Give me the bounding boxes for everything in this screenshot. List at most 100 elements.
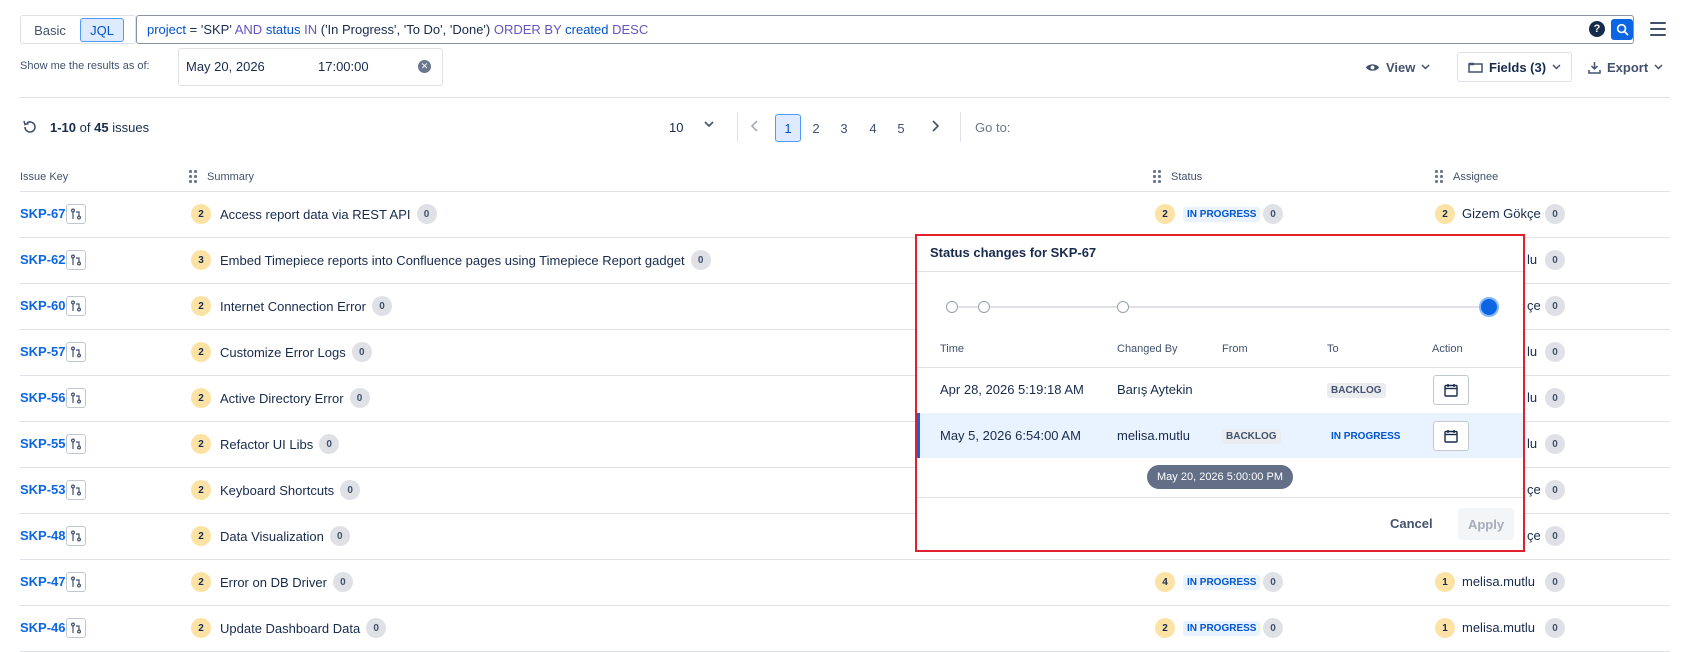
assignee-name-partial[interactable]: lu bbox=[1527, 390, 1537, 405]
branch-icon[interactable] bbox=[66, 204, 86, 224]
issue-key-link[interactable]: SKP-60 bbox=[20, 298, 66, 313]
table-row[interactable]: SKP-47 2 Error on DB Driver 0 4 IN PROGRESS 0 1… bbox=[0, 560, 1690, 606]
asof-time-value[interactable]: 17:00:00 bbox=[318, 59, 369, 74]
count-badge: 3 bbox=[191, 250, 211, 270]
fields-button[interactable]: Fields (3) bbox=[1457, 52, 1573, 82]
fields-icon bbox=[1468, 62, 1483, 73]
cancel-button[interactable]: Cancel bbox=[1390, 516, 1433, 531]
apply-button[interactable]: Apply bbox=[1458, 508, 1514, 540]
view-button[interactable]: View bbox=[1365, 52, 1430, 82]
page-button[interactable]: 1 bbox=[775, 114, 801, 142]
issue-summary-cell: Internet Connection Error 0 bbox=[220, 296, 392, 316]
popup-title: Status changes for SKP-67 bbox=[930, 245, 1097, 260]
page-button[interactable]: 5 bbox=[888, 114, 914, 142]
column-header-status[interactable]: Status bbox=[1171, 171, 1202, 183]
branch-icon[interactable] bbox=[66, 250, 86, 270]
column-header-summary[interactable]: Summary bbox=[207, 171, 254, 183]
popup-divider bbox=[917, 271, 1523, 272]
page-button[interactable]: 4 bbox=[860, 114, 886, 142]
assignee-name-partial[interactable]: lu bbox=[1527, 252, 1537, 267]
issue-key-link[interactable]: SKP-53 bbox=[20, 482, 66, 497]
timeline-point[interactable] bbox=[946, 301, 958, 313]
issue-summary[interactable]: Update Dashboard Data bbox=[220, 621, 360, 636]
assignee-name-partial[interactable]: lu bbox=[1527, 344, 1537, 359]
column-header-key[interactable]: Issue Key bbox=[20, 171, 68, 183]
download-icon bbox=[1588, 61, 1601, 74]
issue-key-link[interactable]: SKP-46 bbox=[20, 620, 66, 635]
fields-label: Fields (3) bbox=[1489, 59, 1547, 75]
branch-icon[interactable] bbox=[66, 618, 86, 638]
issue-key-link[interactable]: SKP-48 bbox=[20, 528, 66, 543]
issue-summary[interactable]: Internet Connection Error bbox=[220, 299, 366, 314]
issue-key-link[interactable]: SKP-57 bbox=[20, 344, 66, 359]
issue-summary[interactable]: Data Visualization bbox=[220, 529, 324, 544]
assignee-name[interactable]: melisa.mutlu bbox=[1462, 620, 1535, 635]
branch-icon[interactable] bbox=[66, 572, 86, 592]
issue-summary[interactable]: Keyboard Shortcuts bbox=[220, 483, 334, 498]
timeline-track[interactable] bbox=[950, 306, 1491, 308]
asof-date-value[interactable]: May 20, 2026 bbox=[186, 59, 265, 74]
help-icon[interactable]: ? bbox=[1589, 21, 1605, 37]
chevron-down-icon[interactable] bbox=[704, 120, 714, 128]
issue-key-link[interactable]: SKP-47 bbox=[20, 574, 66, 589]
zero-badge: 0 bbox=[1545, 250, 1565, 270]
issue-key-link[interactable]: SKP-56 bbox=[20, 390, 66, 405]
zero-badge: 0 bbox=[332, 572, 353, 592]
zero-badge: 0 bbox=[349, 388, 370, 408]
jql-query-input[interactable]: project = 'SKP' AND status IN ('In Progr… bbox=[136, 15, 1634, 44]
issue-summary[interactable]: Customize Error Logs bbox=[220, 345, 346, 360]
query-token: status bbox=[265, 22, 301, 37]
issue-key-link[interactable]: SKP-67 bbox=[20, 206, 66, 221]
issue-summary[interactable]: Active Directory Error bbox=[220, 391, 344, 406]
issue-key-link[interactable]: SKP-62 bbox=[20, 252, 66, 267]
issue-summary[interactable]: Embed Timepiece reports into Confluence … bbox=[220, 253, 685, 268]
chevron-down-icon bbox=[1421, 64, 1430, 70]
timeline-handle[interactable] bbox=[1479, 297, 1499, 317]
assignee-name-partial[interactable]: lu bbox=[1527, 436, 1537, 451]
query-token: created bbox=[565, 22, 609, 37]
results-unit: issues bbox=[112, 120, 150, 135]
drag-handle-icon[interactable] bbox=[189, 170, 197, 183]
refresh-icon[interactable] bbox=[22, 119, 38, 135]
branch-icon[interactable] bbox=[66, 342, 86, 362]
issue-summary[interactable]: Error on DB Driver bbox=[220, 575, 327, 590]
chevron-right-icon[interactable] bbox=[930, 119, 940, 133]
issue-key-link[interactable]: SKP-55 bbox=[20, 436, 66, 451]
branch-icon[interactable] bbox=[66, 296, 86, 316]
page-size-select[interactable]: 10 bbox=[669, 120, 683, 135]
assignee-name-partial[interactable]: çe bbox=[1527, 298, 1541, 313]
issue-summary[interactable]: Access report data via REST API bbox=[220, 207, 411, 222]
search-button[interactable] bbox=[1611, 19, 1633, 40]
page-button[interactable]: 2 bbox=[803, 114, 829, 142]
issue-summary[interactable]: Refactor UI Libs bbox=[220, 437, 313, 452]
assignee-name-partial[interactable]: çe bbox=[1527, 482, 1541, 497]
jql-mode-button[interactable]: JQL bbox=[80, 18, 124, 42]
branch-icon[interactable] bbox=[66, 388, 86, 408]
column-header-assignee[interactable]: Assignee bbox=[1453, 171, 1498, 183]
timeline-point[interactable] bbox=[1117, 301, 1129, 313]
calendar-button[interactable] bbox=[1433, 375, 1469, 405]
branch-icon[interactable] bbox=[66, 526, 86, 546]
calendar-button[interactable] bbox=[1433, 421, 1469, 451]
table-row[interactable]: SKP-46 2 Update Dashboard Data 0 2 IN PROGRES… bbox=[0, 606, 1690, 652]
change-time: Apr 28, 2026 5:19:18 AM bbox=[940, 382, 1084, 397]
branch-icon[interactable] bbox=[66, 480, 86, 500]
export-button[interactable]: Export bbox=[1588, 52, 1663, 82]
chevron-left-icon[interactable] bbox=[750, 119, 760, 133]
zero-badge: 0 bbox=[416, 204, 437, 224]
basic-mode-button[interactable]: Basic bbox=[31, 18, 69, 42]
popup-header-from: From bbox=[1222, 343, 1248, 355]
assignee-name-partial[interactable]: çe bbox=[1527, 528, 1541, 543]
drag-handle-icon[interactable] bbox=[1435, 170, 1443, 183]
drag-handle-icon[interactable] bbox=[1153, 170, 1161, 183]
branch-icon[interactable] bbox=[66, 434, 86, 454]
status-lozenge: BACKLOG bbox=[1222, 429, 1281, 444]
page-button[interactable]: 3 bbox=[831, 114, 857, 142]
assignee-name[interactable]: Gizem Gökçe bbox=[1462, 206, 1541, 221]
table-row[interactable]: SKP-67 2 Access report data via REST API 0 2… bbox=[0, 192, 1690, 238]
status-lozenge: IN PROGRESS bbox=[1327, 429, 1405, 444]
clear-icon[interactable]: ✕ bbox=[418, 60, 431, 73]
hamburger-menu-icon[interactable] bbox=[1650, 22, 1666, 36]
timeline-point[interactable] bbox=[978, 301, 990, 313]
assignee-name[interactable]: melisa.mutlu bbox=[1462, 574, 1535, 589]
